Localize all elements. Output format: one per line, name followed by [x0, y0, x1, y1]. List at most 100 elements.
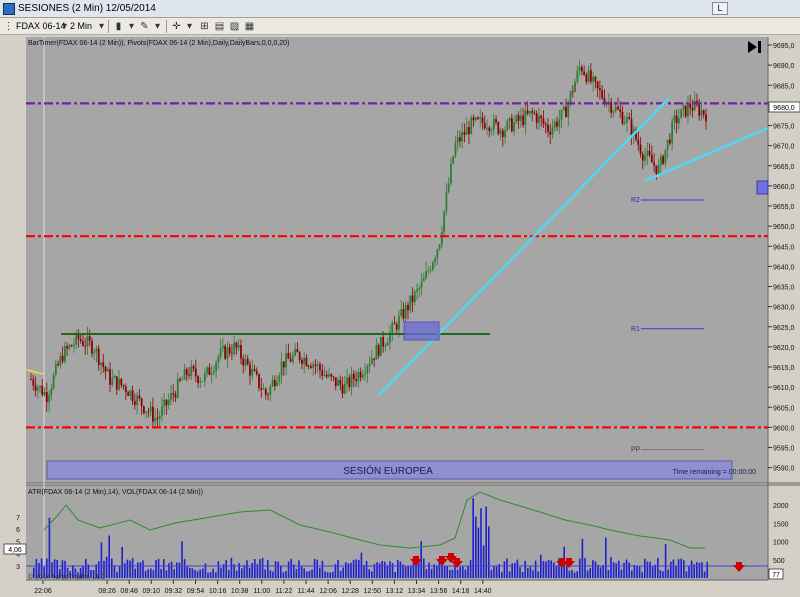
chart-area[interactable]: SESIÓN EUROPEA Time remaining = 00:00:00… — [0, 35, 800, 597]
bar-body — [287, 352, 290, 359]
volume-bar — [368, 569, 370, 578]
indicator-axis — [768, 485, 800, 580]
chevron-down-icon[interactable]: ▾ — [151, 20, 164, 33]
volume-bar — [581, 538, 584, 578]
bar-body — [264, 388, 267, 395]
bar-body — [301, 359, 303, 365]
bar-body — [569, 91, 572, 103]
volume-bar — [332, 571, 334, 578]
volume-bar — [641, 572, 643, 578]
volume-bar — [280, 565, 282, 578]
bar-style-icon[interactable]: ▮ — [112, 20, 125, 33]
title-bar: SESIONES (2 Min) 12/05/2014 L — [0, 0, 800, 18]
volume-bar — [467, 566, 469, 578]
volume-bar — [475, 516, 477, 578]
volume-bar — [628, 562, 630, 578]
volume-bar — [181, 541, 183, 578]
bar-body — [463, 132, 466, 135]
bar-body — [104, 366, 107, 372]
bar-body — [655, 165, 658, 174]
zoom-icon[interactable]: ⊞ — [198, 20, 211, 33]
bar-body — [237, 345, 240, 348]
bar-body — [138, 395, 141, 399]
volume-bar — [501, 572, 503, 578]
bar-body — [258, 373, 260, 388]
bar-body — [316, 364, 319, 366]
bar-body — [341, 384, 344, 394]
bar-body — [208, 367, 211, 375]
volume-bar — [657, 557, 659, 578]
bar-body — [413, 291, 416, 303]
chevron-down-icon[interactable]: ▾ — [95, 20, 108, 33]
volume-bar — [428, 562, 430, 578]
bar-body — [84, 345, 87, 347]
bar-body — [630, 118, 633, 137]
properties-icon[interactable]: ▤ — [213, 20, 226, 33]
bar-body — [470, 117, 473, 135]
highlight-zone — [403, 321, 440, 341]
bar-body — [594, 76, 597, 82]
bar-body — [357, 371, 360, 382]
bar-body — [411, 295, 414, 303]
bar-body — [323, 374, 326, 376]
bar-body — [50, 388, 53, 396]
drawing-tool-icon[interactable]: ✎ — [138, 20, 151, 33]
bar-body — [650, 155, 653, 163]
bar-body — [319, 364, 321, 371]
bar-body — [68, 345, 71, 349]
bar-body — [253, 369, 256, 371]
atr-tick-label: 7 — [16, 515, 20, 522]
bar-body — [648, 150, 651, 156]
bar-body — [339, 379, 342, 385]
volume-bar — [230, 557, 233, 578]
volume-bar — [339, 570, 342, 578]
bar-body — [580, 67, 583, 72]
pivot-r2-label: R2 — [631, 197, 640, 204]
bar-body — [646, 150, 649, 156]
bar-body — [91, 340, 93, 354]
volume-bar — [238, 563, 240, 578]
volume-bar — [126, 559, 129, 578]
volume-bar — [165, 570, 168, 578]
bar-body — [113, 376, 116, 378]
volume-bar — [532, 570, 534, 578]
volume-bar — [394, 572, 396, 578]
volume-bar — [594, 561, 597, 578]
vol-value: 77 — [772, 572, 780, 579]
bar-body — [472, 117, 475, 121]
price-tick-label: 9595,0 — [773, 446, 795, 453]
interval-selector[interactable]: 2 Min — [70, 20, 92, 33]
chevron-down-icon[interactable]: ▾ — [183, 20, 196, 33]
bar-body — [583, 71, 585, 75]
pivot-r1-label: R1 — [631, 326, 640, 333]
bar-body — [343, 383, 346, 394]
indicators-icon[interactable]: ▨ — [228, 20, 241, 33]
bar-body — [515, 115, 518, 123]
minimize-button[interactable]: L — [712, 2, 728, 15]
volume-bar — [121, 547, 123, 578]
volume-bar — [345, 562, 347, 578]
strategies-icon[interactable]: ▦ — [243, 20, 256, 33]
volume-bar — [358, 559, 360, 578]
bar-body — [427, 270, 430, 272]
bar-body — [314, 364, 317, 366]
time-tick-label: 14:18 — [452, 588, 470, 595]
volume-bar — [449, 569, 451, 578]
bar-body — [497, 122, 500, 134]
volume-bar — [662, 571, 664, 578]
bar-body — [621, 111, 624, 124]
bar-body — [589, 70, 592, 82]
crosshair-icon[interactable]: ✛ — [170, 20, 183, 33]
volume-bar — [462, 566, 464, 578]
bar-body — [477, 117, 479, 119]
bar-body — [623, 122, 626, 124]
volume-bar — [506, 558, 508, 578]
bar-body — [122, 385, 125, 387]
bar-body — [483, 122, 486, 129]
chevron-down-icon[interactable]: ▾ — [125, 20, 138, 33]
bar-body — [224, 345, 227, 359]
bar-body — [167, 399, 170, 406]
bar-body — [391, 323, 394, 333]
bar-body — [524, 110, 527, 126]
volume-bar — [389, 561, 391, 578]
